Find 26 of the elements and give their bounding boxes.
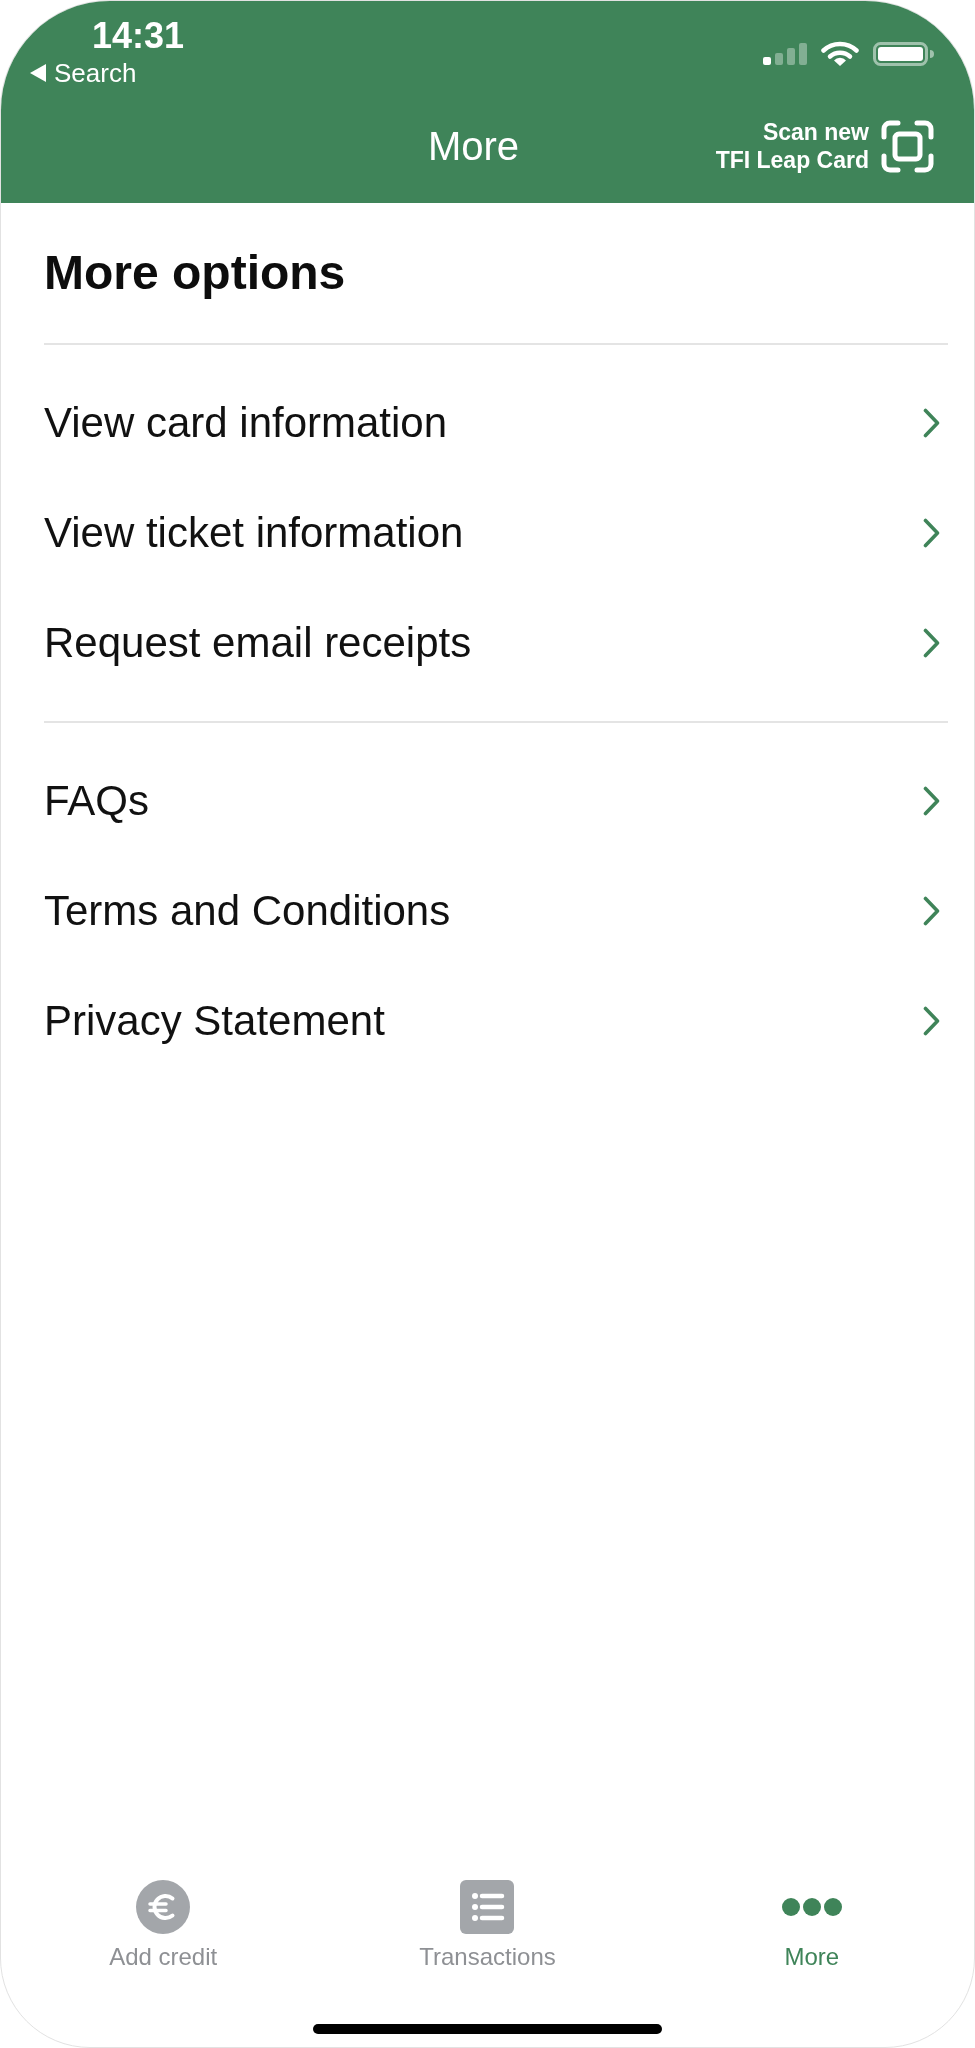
signal-icon [763, 43, 807, 65]
chevron-right-icon [923, 408, 940, 438]
menu-item[interactable]: Request email receipts [44, 588, 940, 698]
menu-item[interactable]: Privacy Statement [44, 966, 940, 1076]
tab-bar-item[interactable]: More [649, 1880, 974, 1972]
screen-title: More [426, 123, 520, 170]
back-to-search-link[interactable]: Search [30, 57, 185, 89]
menu-item[interactable]: View ticket information [44, 478, 940, 588]
three-dots-icon [781, 1898, 842, 1916]
menu-item[interactable]: View card information [44, 368, 940, 478]
wifi-icon [821, 41, 859, 67]
chevron-right-icon [923, 896, 940, 926]
menu-item[interactable]: Terms and Conditions [44, 856, 940, 966]
back-triangle-icon [30, 64, 46, 82]
menu-item[interactable]: FAQs [44, 746, 940, 856]
euro-coin-icon [136, 1880, 191, 1934]
battery-icon [873, 42, 934, 66]
chevron-right-icon [923, 786, 940, 816]
scan-frame-icon [881, 119, 934, 173]
section-title: More options [44, 245, 347, 301]
status-time: 14:31 [92, 15, 185, 57]
list-icon [460, 1880, 515, 1934]
chevron-right-icon [923, 518, 940, 548]
chevron-right-icon [923, 628, 940, 658]
scan-card-button[interactable]: Scan new TFI Leap Card [715, 118, 934, 174]
chevron-right-icon [923, 1006, 940, 1036]
